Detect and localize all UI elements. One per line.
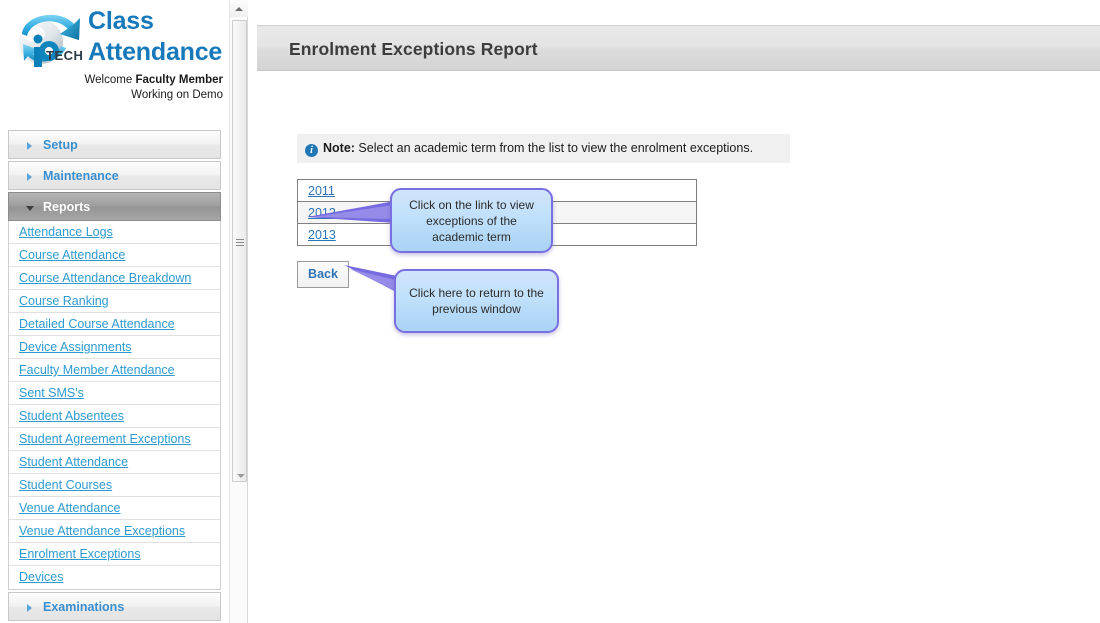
- brand-header: TECH Class Attendance Welcome Faculty Me…: [0, 0, 229, 110]
- sidebar: TECH Class Attendance Welcome Faculty Me…: [0, 0, 229, 623]
- term-link-2012[interactable]: 2012: [308, 206, 336, 220]
- scroll-grip-icon: [236, 239, 244, 248]
- sidebar-group-examinations[interactable]: Examinations: [8, 592, 221, 621]
- svg-text:TECH: TECH: [46, 48, 83, 63]
- sidebar-item-enrolment-exceptions[interactable]: Enrolment Exceptions: [9, 543, 220, 566]
- sidebar-item-sent-sms[interactable]: Sent SMS's: [9, 382, 220, 405]
- triangle-right-icon: [27, 604, 32, 612]
- triangle-right-icon: [27, 173, 32, 181]
- info-circle-icon: i: [305, 144, 318, 157]
- sidebar-item-course-attendance[interactable]: Course Attendance: [9, 244, 220, 267]
- sidebar-link[interactable]: Student Agreement Exceptions: [19, 432, 191, 446]
- note-bar: i Note: Select an academic term from the …: [297, 134, 790, 163]
- sidebar-group-label: Examinations: [43, 600, 125, 614]
- sidebar-item-venue-attendance-exceptions[interactable]: Venue Attendance Exceptions: [9, 520, 220, 543]
- sidebar-nav: Setup Maintenance Reports Attendance Log…: [8, 130, 221, 623]
- sidebar-link[interactable]: Student Courses: [19, 478, 112, 492]
- brand-title-line1: Class: [88, 7, 154, 35]
- sidebar-link[interactable]: Attendance Logs: [19, 225, 113, 239]
- sidebar-group-label: Maintenance: [43, 169, 119, 183]
- sidebar-group-maintenance[interactable]: Maintenance: [8, 161, 221, 190]
- sidebar-item-faculty-member-attendance[interactable]: Faculty Member Attendance: [9, 359, 220, 382]
- main-content: Enrolment Exceptions Report i Note: Selec…: [249, 0, 1100, 623]
- sidebar-scrollbar[interactable]: [229, 0, 248, 623]
- sidebar-link[interactable]: Detailed Course Attendance: [19, 317, 175, 331]
- sidebar-item-student-attendance[interactable]: Student Attendance: [9, 451, 220, 474]
- sidebar-group-setup[interactable]: Setup: [8, 130, 221, 159]
- sidebar-item-course-attendance-breakdown[interactable]: Course Attendance Breakdown: [9, 267, 220, 290]
- sidebar-link[interactable]: Student Attendance: [19, 455, 128, 469]
- welcome-context: Working on Demo: [131, 89, 223, 101]
- sidebar-item-student-courses[interactable]: Student Courses: [9, 474, 220, 497]
- sidebar-item-detailed-course-attendance[interactable]: Detailed Course Attendance: [9, 313, 220, 336]
- callout-back-button: Click here to return to the previous win…: [394, 269, 559, 333]
- globe-arrow-logo-icon: TECH: [8, 4, 92, 74]
- sidebar-group-label: Reports: [43, 200, 91, 214]
- sidebar-link[interactable]: Venue Attendance Exceptions: [19, 524, 185, 538]
- sidebar-item-attendance-logs[interactable]: Attendance Logs: [9, 221, 220, 244]
- sidebar-link[interactable]: Course Ranking: [19, 294, 109, 308]
- sidebar-item-venue-attendance[interactable]: Venue Attendance: [9, 497, 220, 520]
- triangle-down-icon: [26, 206, 34, 211]
- sidebar-group-reports[interactable]: Reports: [8, 192, 221, 221]
- welcome-prefix: Welcome: [84, 74, 136, 86]
- scrollbar-thumb[interactable]: [232, 20, 247, 482]
- page-title: Enrolment Exceptions Report: [289, 39, 538, 59]
- app-root: TECH Class Attendance Welcome Faculty Me…: [0, 0, 1100, 623]
- sidebar-item-devices[interactable]: Devices: [9, 566, 220, 589]
- callout-text: Click on the link to view exceptions of …: [409, 197, 534, 244]
- sidebar-item-student-absentees[interactable]: Student Absentees: [9, 405, 220, 428]
- sidebar-link[interactable]: Enrolment Exceptions: [19, 547, 141, 561]
- note-text: Select an academic term from the list to…: [354, 141, 754, 155]
- sidebar-link[interactable]: Course Attendance Breakdown: [19, 271, 191, 285]
- welcome-user-name: Faculty Member: [135, 74, 223, 86]
- sidebar-item-course-ranking[interactable]: Course Ranking: [9, 290, 220, 313]
- sidebar-link[interactable]: Student Absentees: [19, 409, 124, 423]
- sidebar-group-label: Setup: [43, 138, 78, 152]
- back-button[interactable]: Back: [297, 261, 349, 288]
- sidebar-link[interactable]: Course Attendance: [19, 248, 125, 262]
- sidebar-item-device-assignments[interactable]: Device Assignments: [9, 336, 220, 359]
- scroll-down-arrow-icon[interactable]: [237, 474, 245, 478]
- welcome-message: Welcome Faculty Member Working on Demo: [7, 73, 223, 103]
- callout-text: Click here to return to the previous win…: [409, 286, 544, 316]
- term-link-2011[interactable]: 2011: [308, 184, 335, 198]
- callout-term-link: Click on the link to view exceptions of …: [390, 188, 553, 253]
- sidebar-link[interactable]: Sent SMS's: [19, 386, 84, 400]
- sidebar-item-student-agreement-exceptions[interactable]: Student Agreement Exceptions: [9, 428, 220, 451]
- page-header-bar: Enrolment Exceptions Report: [257, 25, 1100, 71]
- term-link-2013[interactable]: 2013: [308, 228, 336, 242]
- sidebar-link[interactable]: Faculty Member Attendance: [19, 363, 175, 377]
- brand-title: Class Attendance: [88, 6, 224, 68]
- sidebar-reports-panel: Attendance Logs Course Attendance Course…: [8, 221, 221, 590]
- sidebar-link[interactable]: Venue Attendance: [19, 501, 120, 515]
- sidebar-link[interactable]: Devices: [19, 570, 63, 584]
- scroll-up-arrow-icon[interactable]: [230, 0, 248, 17]
- note-label: Note:: [323, 141, 355, 155]
- triangle-right-icon: [27, 142, 32, 150]
- sidebar-link[interactable]: Device Assignments: [19, 340, 132, 354]
- brand-title-line2: Attendance: [88, 38, 223, 66]
